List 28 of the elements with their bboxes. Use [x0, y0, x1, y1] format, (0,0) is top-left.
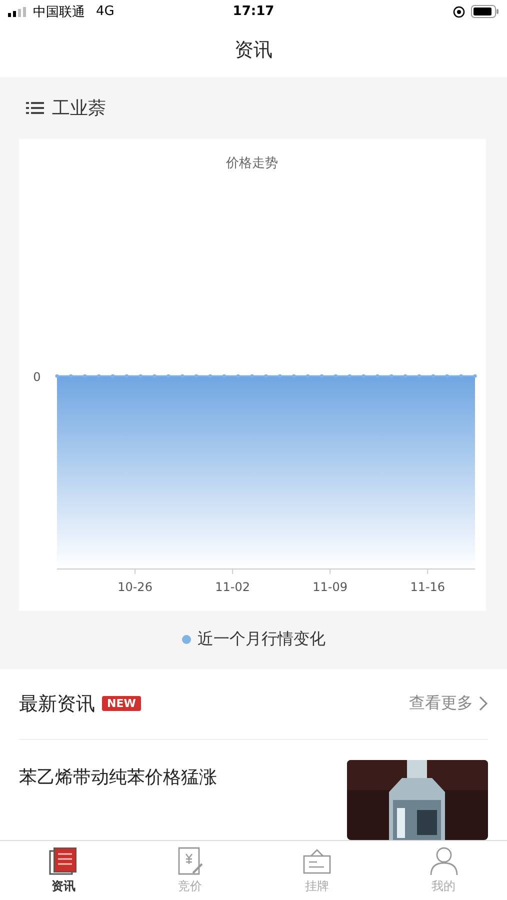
- x-axis-label: 11-16: [410, 580, 446, 594]
- tab-item[interactable]: 我的: [380, 840, 507, 900]
- y-axis-label: 0: [33, 370, 41, 384]
- x-axis-label: 11-02: [215, 580, 250, 594]
- carrier-text: 中国联通: [33, 4, 85, 21]
- legend-label: 近一个月行情变化: [198, 629, 326, 650]
- chevron-right-icon: [479, 696, 488, 712]
- signal-icon: [8, 6, 28, 17]
- news-title[interactable]: 苯乙烯带动纯苯价格猛涨: [19, 764, 217, 789]
- page-title: 资讯: [234, 38, 272, 64]
- view-more-link[interactable]: 查看更多: [409, 693, 488, 714]
- x-axis-label: 10-26: [118, 580, 152, 594]
- legend-dot: [182, 635, 190, 644]
- tab-item[interactable]: 资讯: [0, 840, 127, 900]
- battery-icon: [471, 5, 499, 18]
- tab-item[interactable]: 挂牌: [254, 840, 380, 900]
- section-title: 最新资讯: [19, 692, 95, 717]
- network-text: 4G: [96, 4, 114, 20]
- rotation-lock-icon: [453, 6, 465, 18]
- list-icon: [26, 102, 44, 114]
- person-icon: [428, 846, 459, 876]
- product-name: 工业萘: [52, 96, 106, 120]
- clock-text: 17:17: [232, 4, 274, 20]
- chart-title: 价格走势: [226, 156, 278, 171]
- tab-item[interactable]: 竞价: [126, 840, 254, 900]
- x-axis-label: 11-09: [312, 580, 348, 594]
- new-badge: NEW: [102, 696, 141, 712]
- newspaper-icon: [48, 846, 78, 876]
